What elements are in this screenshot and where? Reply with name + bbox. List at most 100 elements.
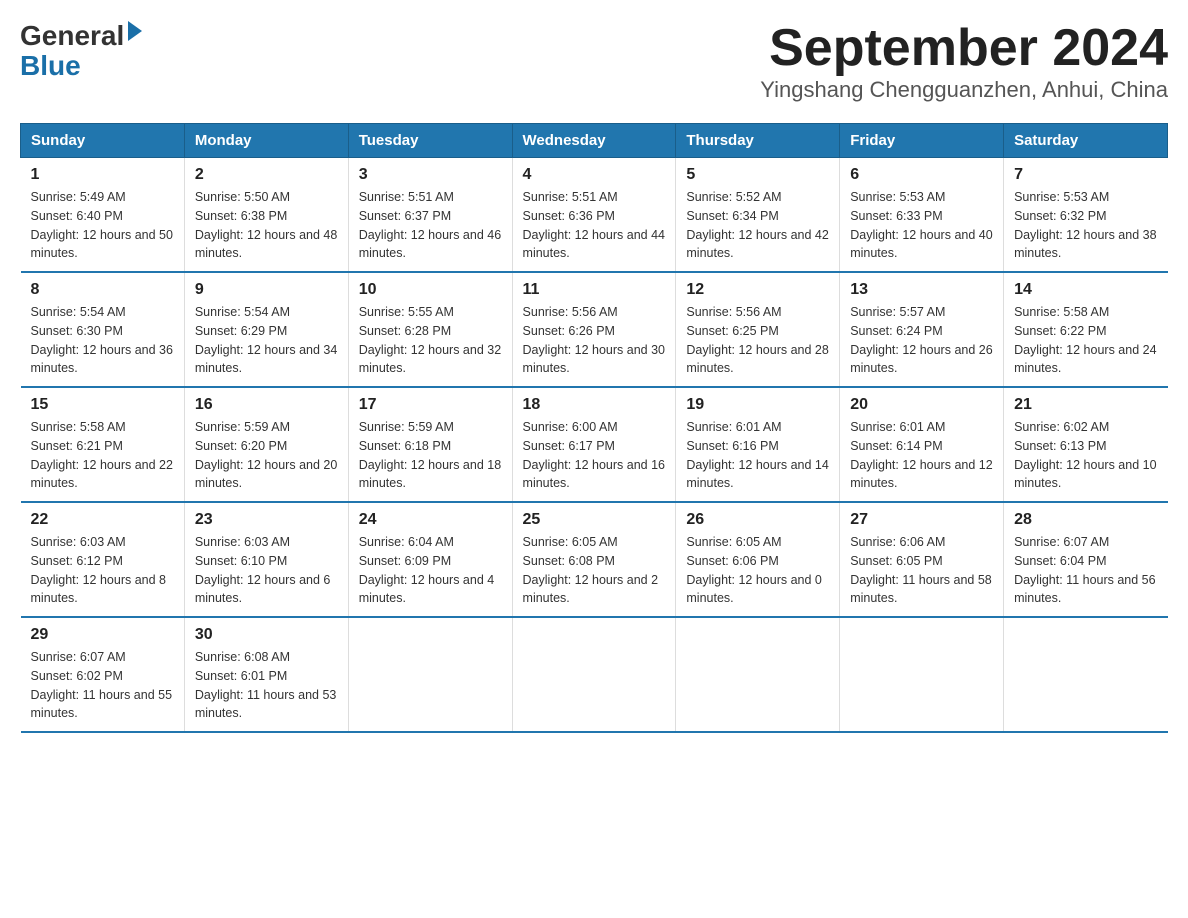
day-number: 15 [31, 396, 174, 414]
day-info: Sunrise: 6:08 AMSunset: 6:01 PMDaylight:… [195, 648, 338, 723]
day-info: Sunrise: 5:50 AMSunset: 6:38 PMDaylight:… [195, 188, 338, 263]
day-info: Sunrise: 6:05 AMSunset: 6:06 PMDaylight:… [686, 533, 829, 608]
day-info: Sunrise: 6:00 AMSunset: 6:17 PMDaylight:… [523, 418, 666, 493]
calendar-day-cell: 19 Sunrise: 6:01 AMSunset: 6:16 PMDayligh… [676, 387, 840, 502]
day-number: 19 [686, 396, 829, 414]
calendar-day-cell: 14 Sunrise: 5:58 AMSunset: 6:22 PMDayligh… [1004, 272, 1168, 387]
calendar-table: SundayMondayTuesdayWednesdayThursdayFrid… [20, 123, 1168, 733]
title-section: September 2024 Yingshang Chengguanzhen, … [760, 20, 1168, 103]
day-info: Sunrise: 5:58 AMSunset: 6:21 PMDaylight:… [31, 418, 174, 493]
location: Yingshang Chengguanzhen, Anhui, China [760, 77, 1168, 103]
calendar-week-row: 1Sunrise: 5:49 AMSunset: 6:40 PMDaylight… [21, 158, 1168, 273]
calendar-day-cell: 7 Sunrise: 5:53 AMSunset: 6:32 PMDaylight… [1004, 158, 1168, 273]
calendar-day-cell: 20Sunrise: 6:01 AMSunset: 6:14 PMDayligh… [840, 387, 1004, 502]
calendar-week-row: 29Sunrise: 6:07 AMSunset: 6:02 PMDayligh… [21, 617, 1168, 732]
day-number: 3 [359, 166, 502, 184]
day-info: Sunrise: 5:51 AMSunset: 6:37 PMDaylight:… [359, 188, 502, 263]
calendar-day-cell: 10 Sunrise: 5:55 AMSunset: 6:28 PMDayligh… [348, 272, 512, 387]
day-number: 6 [850, 166, 993, 184]
day-number: 11 [523, 281, 666, 299]
day-number: 27 [850, 511, 993, 529]
weekday-header-tuesday: Tuesday [348, 124, 512, 158]
calendar-day-cell: 13 Sunrise: 5:57 AMSunset: 6:24 PMDayligh… [840, 272, 1004, 387]
calendar-empty-cell [348, 617, 512, 732]
day-info: Sunrise: 5:57 AMSunset: 6:24 PMDaylight:… [850, 303, 993, 378]
day-info: Sunrise: 5:49 AMSunset: 6:40 PMDaylight:… [31, 188, 174, 263]
month-title: September 2024 [760, 20, 1168, 77]
calendar-day-cell: 11Sunrise: 5:56 AMSunset: 6:26 PMDayligh… [512, 272, 676, 387]
calendar-day-cell: 29Sunrise: 6:07 AMSunset: 6:02 PMDayligh… [21, 617, 185, 732]
day-number: 18 [523, 396, 666, 414]
day-number: 13 [850, 281, 993, 299]
day-number: 24 [359, 511, 502, 529]
calendar-day-cell: 15 Sunrise: 5:58 AMSunset: 6:21 PMDayligh… [21, 387, 185, 502]
day-number: 14 [1014, 281, 1157, 299]
calendar-empty-cell [840, 617, 1004, 732]
calendar-day-cell: 24 Sunrise: 6:04 AMSunset: 6:09 PMDayligh… [348, 502, 512, 617]
day-info: Sunrise: 6:01 AMSunset: 6:16 PMDaylight:… [686, 418, 829, 493]
day-info: Sunrise: 5:53 AMSunset: 6:32 PMDaylight:… [1014, 188, 1157, 263]
calendar-day-cell: 27 Sunrise: 6:06 AMSunset: 6:05 PMDayligh… [840, 502, 1004, 617]
day-number: 7 [1014, 166, 1157, 184]
calendar-day-cell: 22 Sunrise: 6:03 AMSunset: 6:12 PMDayligh… [21, 502, 185, 617]
day-info: Sunrise: 6:07 AMSunset: 6:04 PMDaylight:… [1014, 533, 1157, 608]
day-info: Sunrise: 6:04 AMSunset: 6:09 PMDaylight:… [359, 533, 502, 608]
calendar-day-cell: 12Sunrise: 5:56 AMSunset: 6:25 PMDayligh… [676, 272, 840, 387]
day-number: 30 [195, 626, 338, 644]
day-info: Sunrise: 5:58 AMSunset: 6:22 PMDaylight:… [1014, 303, 1157, 378]
day-number: 29 [31, 626, 174, 644]
day-number: 9 [195, 281, 338, 299]
calendar-day-cell: 17Sunrise: 5:59 AMSunset: 6:18 PMDayligh… [348, 387, 512, 502]
calendar-day-cell: 5 Sunrise: 5:52 AMSunset: 6:34 PMDaylight… [676, 158, 840, 273]
weekday-header-thursday: Thursday [676, 124, 840, 158]
weekday-header-monday: Monday [184, 124, 348, 158]
logo: General Blue [20, 20, 142, 80]
day-info: Sunrise: 5:51 AMSunset: 6:36 PMDaylight:… [523, 188, 666, 263]
day-number: 22 [31, 511, 174, 529]
calendar-day-cell: 2 Sunrise: 5:50 AMSunset: 6:38 PMDaylight… [184, 158, 348, 273]
calendar-day-cell: 30 Sunrise: 6:08 AMSunset: 6:01 PMDayligh… [184, 617, 348, 732]
calendar-empty-cell [676, 617, 840, 732]
day-number: 10 [359, 281, 502, 299]
day-number: 2 [195, 166, 338, 184]
day-info: Sunrise: 6:01 AMSunset: 6:14 PMDaylight:… [850, 418, 993, 493]
calendar-day-cell: 9 Sunrise: 5:54 AMSunset: 6:29 PMDaylight… [184, 272, 348, 387]
day-info: Sunrise: 5:59 AMSunset: 6:20 PMDaylight:… [195, 418, 338, 493]
day-info: Sunrise: 5:55 AMSunset: 6:28 PMDaylight:… [359, 303, 502, 378]
day-info: Sunrise: 5:52 AMSunset: 6:34 PMDaylight:… [686, 188, 829, 263]
day-number: 17 [359, 396, 502, 414]
calendar-day-cell: 23Sunrise: 6:03 AMSunset: 6:10 PMDayligh… [184, 502, 348, 617]
day-info: Sunrise: 6:02 AMSunset: 6:13 PMDaylight:… [1014, 418, 1157, 493]
day-number: 25 [523, 511, 666, 529]
calendar-day-cell: 28Sunrise: 6:07 AMSunset: 6:04 PMDayligh… [1004, 502, 1168, 617]
calendar-week-row: 22 Sunrise: 6:03 AMSunset: 6:12 PMDayligh… [21, 502, 1168, 617]
calendar-day-cell: 3 Sunrise: 5:51 AMSunset: 6:37 PMDaylight… [348, 158, 512, 273]
calendar-week-row: 15 Sunrise: 5:58 AMSunset: 6:21 PMDayligh… [21, 387, 1168, 502]
calendar-day-cell: 8 Sunrise: 5:54 AMSunset: 6:30 PMDaylight… [21, 272, 185, 387]
day-number: 5 [686, 166, 829, 184]
logo-blue: Blue [20, 52, 142, 80]
day-info: Sunrise: 6:06 AMSunset: 6:05 PMDaylight:… [850, 533, 993, 608]
calendar-day-cell: 26Sunrise: 6:05 AMSunset: 6:06 PMDayligh… [676, 502, 840, 617]
calendar-day-cell: 18 Sunrise: 6:00 AMSunset: 6:17 PMDayligh… [512, 387, 676, 502]
day-info: Sunrise: 5:54 AMSunset: 6:29 PMDaylight:… [195, 303, 338, 378]
day-info: Sunrise: 5:53 AMSunset: 6:33 PMDaylight:… [850, 188, 993, 263]
logo-general: General [20, 20, 124, 52]
calendar-day-cell: 16 Sunrise: 5:59 AMSunset: 6:20 PMDayligh… [184, 387, 348, 502]
calendar-day-cell: 4 Sunrise: 5:51 AMSunset: 6:36 PMDaylight… [512, 158, 676, 273]
weekday-header-row: SundayMondayTuesdayWednesdayThursdayFrid… [21, 124, 1168, 158]
calendar-week-row: 8 Sunrise: 5:54 AMSunset: 6:30 PMDaylight… [21, 272, 1168, 387]
day-number: 4 [523, 166, 666, 184]
weekday-header-sunday: Sunday [21, 124, 185, 158]
day-info: Sunrise: 5:54 AMSunset: 6:30 PMDaylight:… [31, 303, 174, 378]
day-number: 16 [195, 396, 338, 414]
day-info: Sunrise: 6:03 AMSunset: 6:12 PMDaylight:… [31, 533, 174, 608]
day-number: 21 [1014, 396, 1157, 414]
calendar-day-cell: 21 Sunrise: 6:02 AMSunset: 6:13 PMDayligh… [1004, 387, 1168, 502]
day-info: Sunrise: 6:05 AMSunset: 6:08 PMDaylight:… [523, 533, 666, 608]
day-number: 8 [31, 281, 174, 299]
calendar-empty-cell [1004, 617, 1168, 732]
day-info: Sunrise: 5:56 AMSunset: 6:25 PMDaylight:… [686, 303, 829, 378]
weekday-header-friday: Friday [840, 124, 1004, 158]
calendar-empty-cell [512, 617, 676, 732]
